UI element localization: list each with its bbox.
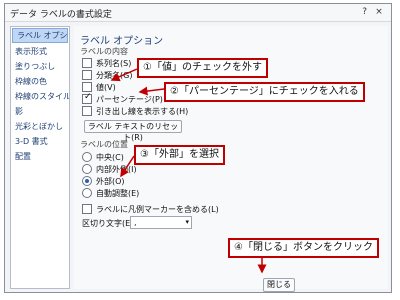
callout-step-4: ④「閉じる」ボタンをクリック (228, 238, 379, 258)
callout-step-3: ③「外部」を選択 (134, 145, 225, 165)
callout-step-2: ②「パーセンテージ」にチェックを入れる (164, 82, 365, 102)
arrow-to-value (110, 68, 138, 82)
arrow-to-percentage (138, 86, 165, 96)
arrow-to-outside-end (120, 155, 135, 178)
callout-step-1: ①「値」のチェックを外す (137, 58, 268, 78)
